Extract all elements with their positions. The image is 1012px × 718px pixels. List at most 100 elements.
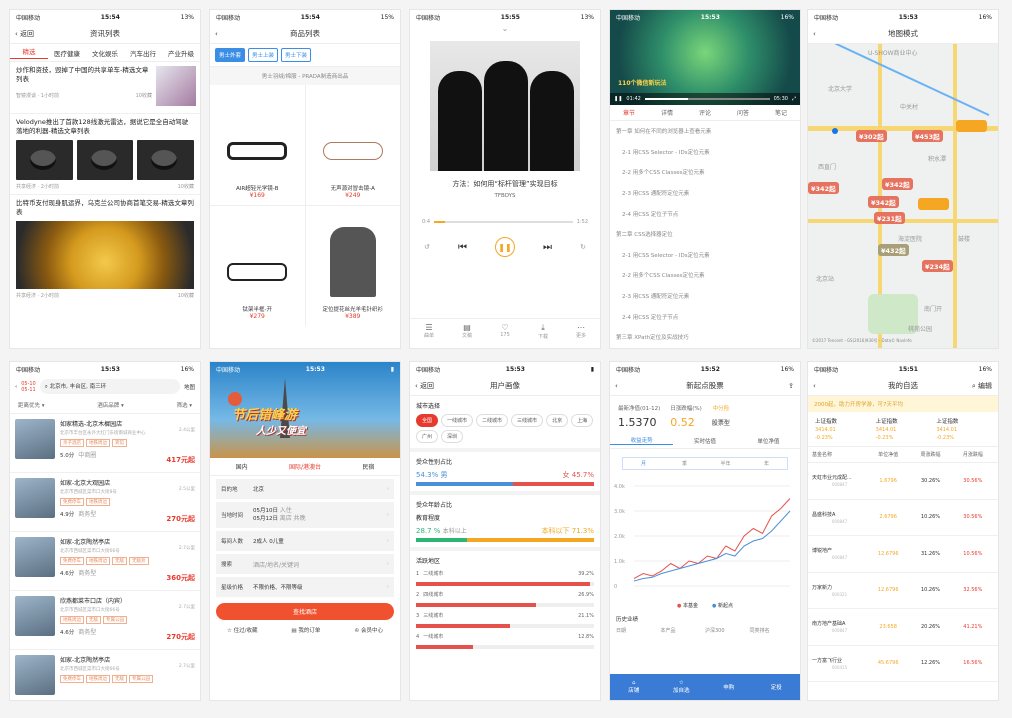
index-card[interactable]: 上证指数 3414.01 -0.23% <box>933 417 994 441</box>
tab-international[interactable]: 国际/港澳台 <box>273 462 336 471</box>
search-input[interactable]: ⌕ 北京市, 丰台区, 南三环 <box>39 379 180 394</box>
keyword-field[interactable]: 搜索 酒店/地名/关键词 › <box>216 554 394 574</box>
price-marker[interactable]: ¥342起 <box>882 178 913 190</box>
city-chip[interactable]: 三线城市 <box>511 414 544 427</box>
sort-distance[interactable]: 距离优先 ▾ <box>18 401 45 409</box>
search-icon[interactable]: ⌕ <box>972 382 976 390</box>
tab-chapters[interactable]: 章节 <box>610 108 648 117</box>
table-row[interactable]: 博锐地产 000847 12.6796 31.26% 10.56% <box>808 536 998 573</box>
tab-details[interactable]: 详情 <box>648 108 686 117</box>
price-marker[interactable]: ¥342起 <box>868 196 899 208</box>
chapter-item[interactable]: 第三章 XPath定位及实战技巧 <box>610 327 800 348</box>
favorites-link[interactable]: ☆ 住过/收藏 <box>227 626 258 634</box>
table-row[interactable]: 南方地产基础A 000847 23.658 20.26% 41.21% <box>808 609 998 646</box>
city-chip[interactable]: 一线城市 <box>441 414 474 427</box>
range-quarter[interactable]: 季 <box>664 458 705 469</box>
hotel-item[interactable]: 如家-北京陶然亭店 北京市西城区菜市口大街66号 2.7公里 免费停车 地铁周边 无敌 专属… <box>10 650 200 700</box>
pill-bottoms[interactable]: 男士下装 <box>281 48 312 62</box>
back-icon[interactable]: ‹ <box>215 30 218 38</box>
next-icon[interactable]: ⏭ <box>543 242 552 253</box>
hotel-item[interactable]: 如家精选-北京木樨园店 北京市丰台区永外大红门东街南城商业中心 2.4公里 亲子酒店地… <box>10 414 200 473</box>
member-link[interactable]: ♔ 会员中心 <box>354 626 383 634</box>
hotel-item[interactable]: 如家-北京大观园店 北京市西城区菜市口大街8号 2.5公里 免费停车 地铁周边 4.9分商… <box>10 473 200 532</box>
product-card[interactable]: 定位提花丝光羊毛针织衫 ¥389 <box>305 206 400 326</box>
orders-link[interactable]: ▤ 我的订单 <box>291 626 320 634</box>
price-marker[interactable]: ¥432起 <box>878 244 909 256</box>
previous-icon[interactable]: ⏮ <box>458 242 467 253</box>
chapter-item[interactable]: 第二章 CSS选择器定位 <box>610 224 800 245</box>
playlist-button[interactable]: ☰ 曲单 <box>410 319 448 348</box>
price-marker[interactable]: ¥205起 <box>918 198 949 210</box>
filter-brand[interactable]: 酒店品牌 ▾ <box>97 401 124 409</box>
product-card[interactable]: 无声源对冒击镜-A ¥249 <box>305 85 400 205</box>
more-button[interactable]: ⋯ 更多 <box>562 319 600 348</box>
tab-culture[interactable]: 文化娱乐 <box>86 48 124 58</box>
pause-button[interactable]: ❚❚ <box>494 237 515 257</box>
price-marker[interactable]: ¥302起 <box>856 130 887 142</box>
back-button[interactable]: ‹ 返回 <box>15 29 34 39</box>
product-card[interactable]: AIR超轻光学镜-B ¥169 <box>210 85 305 205</box>
tab-domestic[interactable]: 国内 <box>210 462 273 471</box>
table-row[interactable]: 万家新力 000321 12.6796 10.26% 32.56% <box>808 573 998 609</box>
range-half-year[interactable]: 半年 <box>705 458 746 469</box>
tab-notes[interactable]: 笔记 <box>762 108 800 117</box>
date-range[interactable]: 05-10 05-11 <box>21 381 36 393</box>
auto-invest-button[interactable]: 定投 <box>753 674 801 700</box>
map-view[interactable]: ¥302起 ¥453起 ¥234起 ¥342起 ¥342起 ¥342起 ¥205… <box>808 44 998 348</box>
download-button[interactable]: ⤓ 下载 <box>524 319 562 348</box>
back-icon[interactable]: ‹ <box>15 384 17 390</box>
map-button[interactable]: 地图 <box>184 383 195 391</box>
date-field[interactable]: 当地时间 05月10日 入住 05月12日 离店 共晚 › <box>216 502 394 528</box>
list-item[interactable]: Velodyne推出了首款128线激光雷达，据说它是全自动驾驶落地的利器-精选文… <box>10 114 200 195</box>
edit-button[interactable]: 编辑 <box>978 382 992 390</box>
tab-featured[interactable]: 精选 <box>10 46 48 59</box>
chapter-item[interactable]: 2-1 用CSS Selector - IDs定位元素 <box>610 142 800 163</box>
product-card[interactable]: 钛架半框-开 ¥279 <box>210 206 305 326</box>
city-chip[interactable]: 广州 <box>416 430 439 443</box>
tab-returns[interactable]: 收益走势 <box>610 436 674 445</box>
add-watchlist-button[interactable]: ☆ 加自选 <box>658 674 706 700</box>
find-hotel-button[interactable]: 查找酒店 <box>216 603 394 620</box>
notice-banner[interactable]: 2000起，助力开房学游，可7天平均 <box>808 396 998 412</box>
city-chip[interactable]: 北京 <box>546 414 569 427</box>
purchase-button[interactable]: 申购 <box>705 674 753 700</box>
seek-bar[interactable] <box>434 221 573 223</box>
list-item[interactable]: 炒作和资技，毁掉了中国的共享单车-精选文章列表 智镜漫谈 · 1小时前 10收藏 <box>10 62 200 114</box>
price-marker[interactable]: ¥231起 <box>874 212 905 224</box>
transcript-button[interactable]: ▤ 文稿 <box>448 319 486 348</box>
like-button[interactable]: ♡ 175 <box>486 319 524 348</box>
guests-field[interactable]: 每间人数 2成人 0儿童 › <box>216 531 394 551</box>
chapter-item[interactable]: 2-4 用CSS 定位子节点 <box>610 306 800 327</box>
tab-qa[interactable]: 问答 <box>724 108 762 117</box>
hotel-item[interactable]: 欣燕都菜市口店（内宾） 北京市西城区菜市口大街66号 2.7公里 地铁周边 无敌 专属公园… <box>10 591 200 650</box>
tab-health[interactable]: 医疗健康 <box>48 48 86 58</box>
city-chip[interactable]: 二线城市 <box>476 414 509 427</box>
hotel-item[interactable]: 如家-北京陶然亭店 北京市西城区菜市口大街66号 2.7公里 免费停车 地铁周边 无敌 无敌… <box>10 532 200 591</box>
pill-tops[interactable]: 男士上装 <box>248 48 279 62</box>
star-price-field[interactable]: 星级价格 不限价格、不限等级 › <box>216 577 394 597</box>
pause-icon[interactable]: ❚❚ <box>614 96 622 102</box>
price-marker[interactable]: ¥234起 <box>956 120 987 132</box>
table-row[interactable]: 一方富飞行业 000415 45.6796 12.26% 16.56% <box>808 646 998 682</box>
fullscreen-icon[interactable]: ⤢ <box>792 96 796 102</box>
price-marker[interactable]: ¥234起 <box>922 260 953 272</box>
chapter-item[interactable]: 2-2 用多个CSS Classes定位元素 <box>610 162 800 183</box>
rewind-15-icon[interactable]: ↺ <box>424 243 430 251</box>
tab-estimate[interactable]: 实时估值 <box>673 437 736 445</box>
price-marker[interactable]: ¥342起 <box>808 182 839 194</box>
city-chip[interactable]: 上海 <box>571 414 594 427</box>
city-chip[interactable]: 全国 <box>416 414 439 427</box>
filter-more[interactable]: 筛选 ▾ <box>176 401 192 409</box>
forward-15-icon[interactable]: ↻ <box>580 243 586 251</box>
price-marker[interactable]: ¥453起 <box>912 130 943 142</box>
city-chip[interactable]: 深圳 <box>441 430 464 443</box>
video-seek-bar[interactable] <box>644 98 770 100</box>
shop-button[interactable]: ⌂ 店铺 <box>610 674 658 700</box>
chapter-item[interactable]: 第一章 如何在不同的浏览器上查看元素 <box>610 121 800 142</box>
back-icon[interactable]: ‹ <box>615 382 618 390</box>
tab-unit-nav[interactable]: 单位净值 <box>737 437 800 445</box>
pill-coats[interactable]: 男士外套 <box>215 48 246 62</box>
back-icon[interactable]: ‹ <box>813 30 816 38</box>
chapter-item[interactable]: 2-3 用CSS 通配符定位元素 <box>610 183 800 204</box>
range-month[interactable]: 月 <box>623 458 664 469</box>
